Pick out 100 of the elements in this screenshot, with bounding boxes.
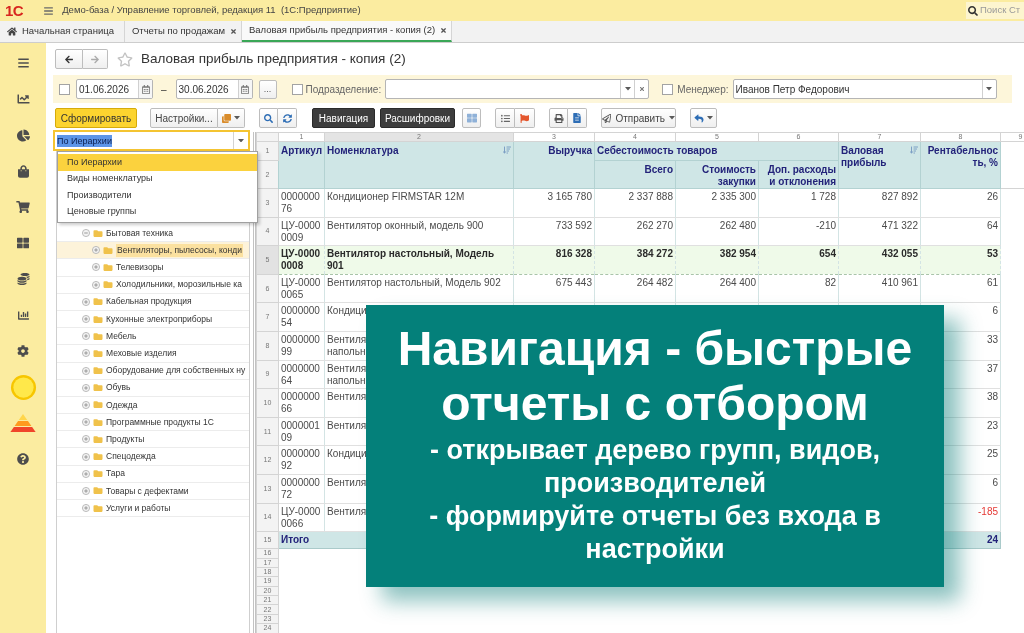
tab[interactable]: Отчеты по продажам	[124, 21, 242, 42]
calendar-button[interactable]	[237, 80, 252, 98]
back-button[interactable]	[55, 49, 83, 69]
shopping-cart-icon[interactable]	[16, 201, 30, 213]
close-icon[interactable]	[229, 28, 237, 35]
product-name: Вентиля напольн	[327, 362, 368, 387]
tree-item[interactable]: Услуги и работы	[57, 500, 249, 518]
tree-item[interactable]: Кухонные электроприборы	[57, 310, 249, 329]
shopping-bag-icon[interactable]	[17, 164, 29, 178]
dropdown-option[interactable]: Производители	[58, 187, 257, 204]
checkbox[interactable]	[291, 83, 303, 95]
settings-button[interactable]: Настройки...	[150, 108, 218, 128]
expand-icon[interactable]	[92, 280, 100, 289]
expand-icon[interactable]	[82, 418, 90, 427]
dropdown-option[interactable]: Виды номенклатуры	[58, 170, 257, 187]
layout-button[interactable]	[462, 108, 481, 128]
expand-icon[interactable]	[82, 400, 90, 409]
expand-icon[interactable]	[82, 383, 90, 392]
period-button[interactable]: ...	[258, 79, 277, 99]
folder-icon	[93, 400, 103, 410]
send-button[interactable]: Отправить	[601, 108, 676, 128]
print-button[interactable]	[549, 108, 568, 128]
toggle-button[interactable]: Расшифровки	[380, 108, 455, 128]
manager-field[interactable]: Иванов Петр Федорович	[732, 79, 997, 99]
column-header[interactable]: Выручка	[513, 141, 595, 189]
tree-item[interactable]: Телевизоры	[57, 259, 249, 277]
pyramid-icon[interactable]	[10, 414, 36, 432]
amount-value: 675 443	[555, 276, 592, 288]
tree-item[interactable]: Обувь	[57, 379, 249, 397]
percent-value: 37	[986, 362, 998, 374]
tab[interactable]: Начальная страница	[0, 21, 125, 42]
expand-icon[interactable]	[82, 315, 90, 324]
toggle-button[interactable]: Навигация	[312, 108, 375, 128]
calendar-icon	[141, 84, 150, 94]
expand-icon[interactable]	[82, 469, 90, 478]
expand-icon[interactable]	[82, 435, 90, 444]
flag-button[interactable]	[515, 108, 535, 128]
expand-icon[interactable]	[82, 297, 90, 306]
preview-button[interactable]	[568, 108, 587, 128]
caret-icon	[238, 138, 244, 143]
tree-item[interactable]: Одежда	[57, 396, 249, 415]
expand-icon[interactable]	[82, 349, 90, 358]
tree-item[interactable]: Товары с дефектами	[57, 482, 249, 500]
star-icon[interactable]	[117, 51, 133, 67]
tree-item[interactable]: Холодильники, морозильные ка	[57, 276, 249, 294]
app-logo: 1С	[5, 3, 24, 18]
tree-item[interactable]: Кабельная продукция	[57, 293, 249, 311]
menu-icon[interactable]	[16, 57, 30, 69]
tree-item[interactable]: Меховые изделия	[57, 345, 249, 363]
close-icon[interactable]	[440, 27, 448, 34]
column-header[interactable]: Стоимость закупки	[675, 160, 759, 189]
tree-item[interactable]: Программные продукты 1С	[57, 414, 249, 432]
date-field[interactable]: 01.06.2026	[76, 79, 153, 99]
expand-icon[interactable]	[82, 486, 90, 495]
column-header[interactable]: Доп. расходы и отклонения	[758, 160, 839, 189]
column-header[interactable]: Рентабельность, %	[920, 141, 1001, 189]
settings-icon[interactable]	[17, 345, 29, 357]
view-mode-combobox[interactable]: По Иерархии	[53, 130, 250, 151]
list-button[interactable]	[495, 108, 515, 128]
checkbox[interactable]	[59, 83, 70, 95]
expand-icon[interactable]	[82, 452, 90, 461]
tree-item[interactable]: Мебель	[57, 328, 249, 346]
article-code: ЦУ-00000009	[281, 219, 321, 243]
tab[interactable]: Валовая прибыль предприятия - копия (2)	[241, 21, 453, 42]
column-header[interactable]: Всего	[594, 160, 676, 189]
amount-value: 1 728	[810, 191, 836, 202]
back-menu-button[interactable]	[690, 108, 717, 128]
tree-item[interactable]: Тара	[57, 465, 249, 483]
tree-item[interactable]: Оборудование для собственных ну	[57, 362, 249, 380]
pie-chart-icon[interactable]	[16, 128, 30, 142]
expand-icon[interactable]	[92, 246, 100, 255]
column-header[interactable]: Номенклатура	[324, 141, 514, 189]
grid-icon[interactable]	[17, 237, 29, 249]
search-button[interactable]	[259, 108, 278, 128]
tree-item[interactable]: Продукты	[57, 431, 249, 449]
generate-button[interactable]: Сформировать	[55, 108, 137, 128]
tree-item[interactable]: Вентиляторы, пылесосы, конди	[57, 242, 249, 260]
expand-icon[interactable]	[82, 332, 90, 341]
expand-icon[interactable]	[82, 504, 90, 513]
department-field[interactable]	[385, 79, 650, 99]
collapse-icon[interactable]	[82, 229, 90, 238]
coins-icon[interactable]	[16, 273, 30, 285]
tree-item[interactable]: Спецодежда	[57, 448, 249, 466]
search-icon	[264, 113, 273, 123]
search-next-button[interactable]	[278, 108, 297, 128]
calendar-button[interactable]	[138, 80, 152, 98]
expand-icon[interactable]	[82, 366, 90, 375]
line-chart-icon[interactable]	[16, 93, 30, 105]
help-icon[interactable]	[17, 453, 29, 465]
column-header[interactable]: Артикул	[278, 141, 325, 189]
date-field[interactable]: 30.06.2026	[175, 79, 253, 99]
bar-chart-icon[interactable]	[16, 309, 30, 321]
expand-icon[interactable]	[92, 263, 100, 272]
dropdown-option[interactable]: Ценовые группы	[58, 203, 257, 220]
variant-menu-button[interactable]	[218, 108, 245, 128]
checkbox[interactable]	[662, 83, 674, 95]
search-icon	[968, 5, 978, 16]
column-header[interactable]: Валовая прибыль	[838, 141, 921, 189]
dropdown-option[interactable]: По Иерархии	[58, 154, 257, 171]
amount-value: 471 322	[881, 219, 918, 231]
